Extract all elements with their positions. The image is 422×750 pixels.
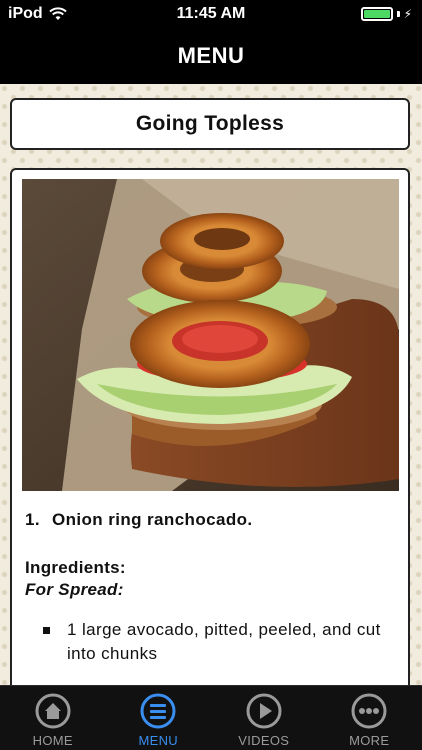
recipe-photo <box>22 179 399 491</box>
ingredients-label: Ingredients: <box>25 558 126 577</box>
tab-menu-label: MENU <box>138 733 178 748</box>
tab-home[interactable]: HOME <box>0 686 106 750</box>
tab-bar: HOME MENU VIDEOS MORE <box>0 685 422 750</box>
step-number: 1. <box>25 510 40 529</box>
spread-label: For Spread: <box>25 580 124 599</box>
status-bar: iPod 11:45 AM ⚡ <box>0 0 422 28</box>
tab-more[interactable]: MORE <box>317 686 422 750</box>
content-area[interactable]: Going Topless 1. Onion ring ranchocado. … <box>0 84 422 685</box>
step-title: Onion ring ranchocado. <box>51 510 253 529</box>
status-right: ⚡ <box>360 7 412 21</box>
recipe-title: Going Topless <box>135 112 285 135</box>
battery-tip <box>396 11 400 17</box>
tab-home-label: HOME <box>32 733 73 748</box>
status-time: 11:45 AM <box>176 5 246 22</box>
ingredient-list: 1 large avocado, pitted, peeled, and cut… <box>25 618 395 666</box>
tab-menu[interactable]: MENU <box>106 686 212 750</box>
play-icon <box>245 692 283 730</box>
tab-videos-label: VIDEOS <box>238 733 290 748</box>
battery-icon <box>360 7 393 21</box>
tab-videos[interactable]: VIDEOS <box>211 686 317 750</box>
step-heading: 1. Onion ring ranchocado. <box>25 510 395 530</box>
recipe-title-box: Going Topless <box>10 98 410 150</box>
navigation-bar: MENU <box>0 28 422 84</box>
charging-bolt-icon: ⚡ <box>403 7 412 21</box>
home-icon <box>34 692 72 730</box>
nav-title: MENU <box>177 43 245 68</box>
more-icon <box>350 692 388 730</box>
tab-more-label: MORE <box>349 733 390 748</box>
ingredient-item: 1 large avocado, pitted, peeled, and cut… <box>43 618 395 666</box>
recipe-text: 1. Onion ring ranchocado. Ingredients: F… <box>25 510 395 666</box>
battery-level <box>363 10 390 18</box>
menu-icon <box>139 692 177 730</box>
recipe-card[interactable]: 1. Onion ring ranchocado. Ingredients: F… <box>10 168 410 685</box>
